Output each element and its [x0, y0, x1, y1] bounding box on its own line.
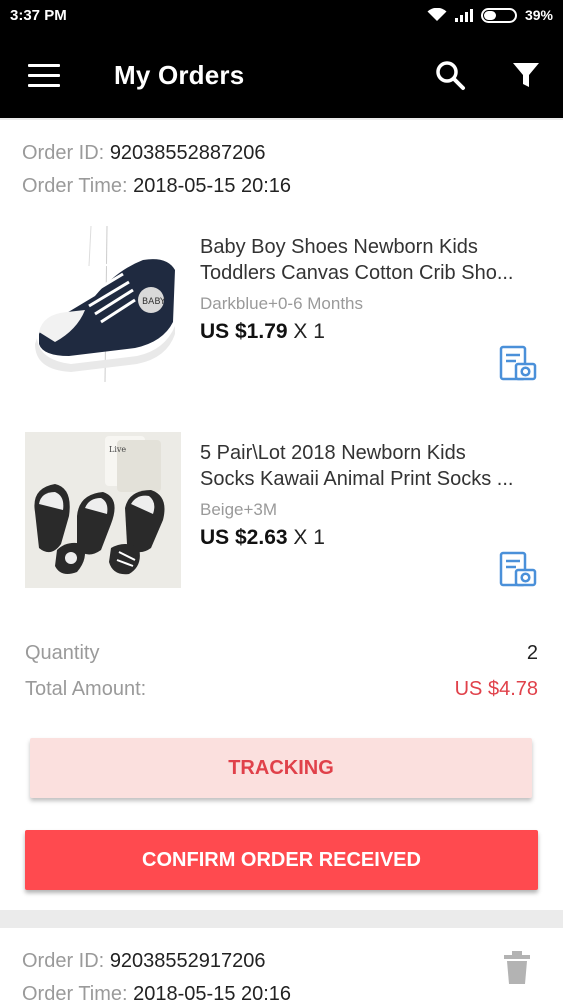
product-title-line: 5 Pair\Lot 2018 Newborn Kids: [200, 442, 466, 464]
page-title: My Orders: [114, 60, 245, 90]
wifi-icon: [427, 8, 447, 21]
order-time-row: Order Time: 2018-05-15 20:16: [22, 175, 291, 198]
confirm-order-received-button[interactable]: CONFIRM ORDER RECEIVED: [25, 830, 538, 890]
order-time-row: Order Time: 2018-05-15 20:16: [22, 983, 291, 1000]
total-row: Total Amount: US $4.78: [25, 678, 538, 701]
product-image-shoe: BABY: [25, 226, 181, 382]
order-id-value: 92038552917206: [109, 950, 266, 972]
trash-icon[interactable]: [502, 950, 532, 986]
order-id-label: Order ID:: [22, 950, 105, 972]
search-icon[interactable]: [433, 58, 467, 92]
total-label: Total Amount:: [25, 678, 147, 700]
product-title-line: Socks Kawaii Animal Print Socks ...: [200, 468, 514, 490]
product-variant: Beige+3M: [200, 500, 278, 519]
product-price: US $2.63: [200, 526, 288, 549]
menu-icon[interactable]: [28, 64, 60, 88]
product-item[interactable]: BABY Baby Boy Shoes Newborn Kids Toddler…: [0, 226, 563, 406]
order-id-row: Order ID: 92038552917206: [22, 950, 266, 973]
filter-icon[interactable]: [509, 58, 543, 92]
quantity-label: Quantity: [25, 642, 100, 664]
product-title-line: Baby Boy Shoes Newborn Kids: [200, 236, 478, 258]
order-card: Order ID: 92038552887206 Order Time: 201…: [0, 120, 563, 910]
status-bar: 3:37 PM 39%: [0, 0, 563, 32]
product-variant: Darkblue+0-6 Months: [200, 294, 364, 313]
order-time-value: 2018-05-15 20:16: [133, 175, 292, 197]
product-title-line: Toddlers Canvas Cotton Crib Sho...: [200, 262, 514, 284]
order-id-row: Order ID: 92038552887206: [22, 142, 266, 165]
product-price: US $1.79: [200, 320, 288, 343]
product-price-row: US $1.79 X 1: [200, 320, 325, 344]
quantity-value: 2: [526, 642, 538, 664]
app-bar: My Orders: [0, 32, 563, 118]
order-time-label: Order Time:: [22, 175, 128, 197]
product-quantity: X 1: [293, 320, 325, 343]
status-indicators: 39%: [427, 7, 553, 23]
product-title: Baby Boy Shoes Newborn Kids Toddlers Can…: [200, 234, 540, 286]
product-title: 5 Pair\Lot 2018 Newborn Kids Socks Kawai…: [200, 440, 540, 492]
svg-text:Live: Live: [109, 445, 126, 454]
battery-level: [483, 10, 496, 20]
order-id-label: Order ID:: [22, 142, 105, 164]
status-time: 3:37 PM: [10, 7, 67, 24]
svg-text:BABY: BABY: [142, 297, 166, 307]
quantity-row: Quantity 2: [25, 642, 538, 665]
order-time-value: 2018-05-15 20:16: [133, 983, 292, 1000]
product-price-row: US $2.63 X 1: [200, 526, 325, 550]
snapshot-icon[interactable]: [498, 550, 538, 588]
product-image-socks: Live: [25, 432, 181, 588]
signal-icon: [454, 8, 473, 22]
product-quantity: X 1: [293, 526, 325, 549]
battery-icon: [480, 7, 517, 23]
order-card: Order ID: 92038552917206 Order Time: 201…: [0, 928, 563, 1000]
tracking-button[interactable]: TRACKING: [30, 738, 532, 798]
order-id-value: 92038552887206: [109, 142, 266, 164]
snapshot-icon[interactable]: [498, 344, 538, 382]
order-time-label: Order Time:: [22, 983, 128, 1000]
total-value: US $4.78: [454, 678, 538, 700]
battery-percent: 39%: [524, 7, 553, 23]
product-item[interactable]: Live 5 Pair\Lot 2018 Newborn Kids Socks …: [0, 432, 563, 612]
